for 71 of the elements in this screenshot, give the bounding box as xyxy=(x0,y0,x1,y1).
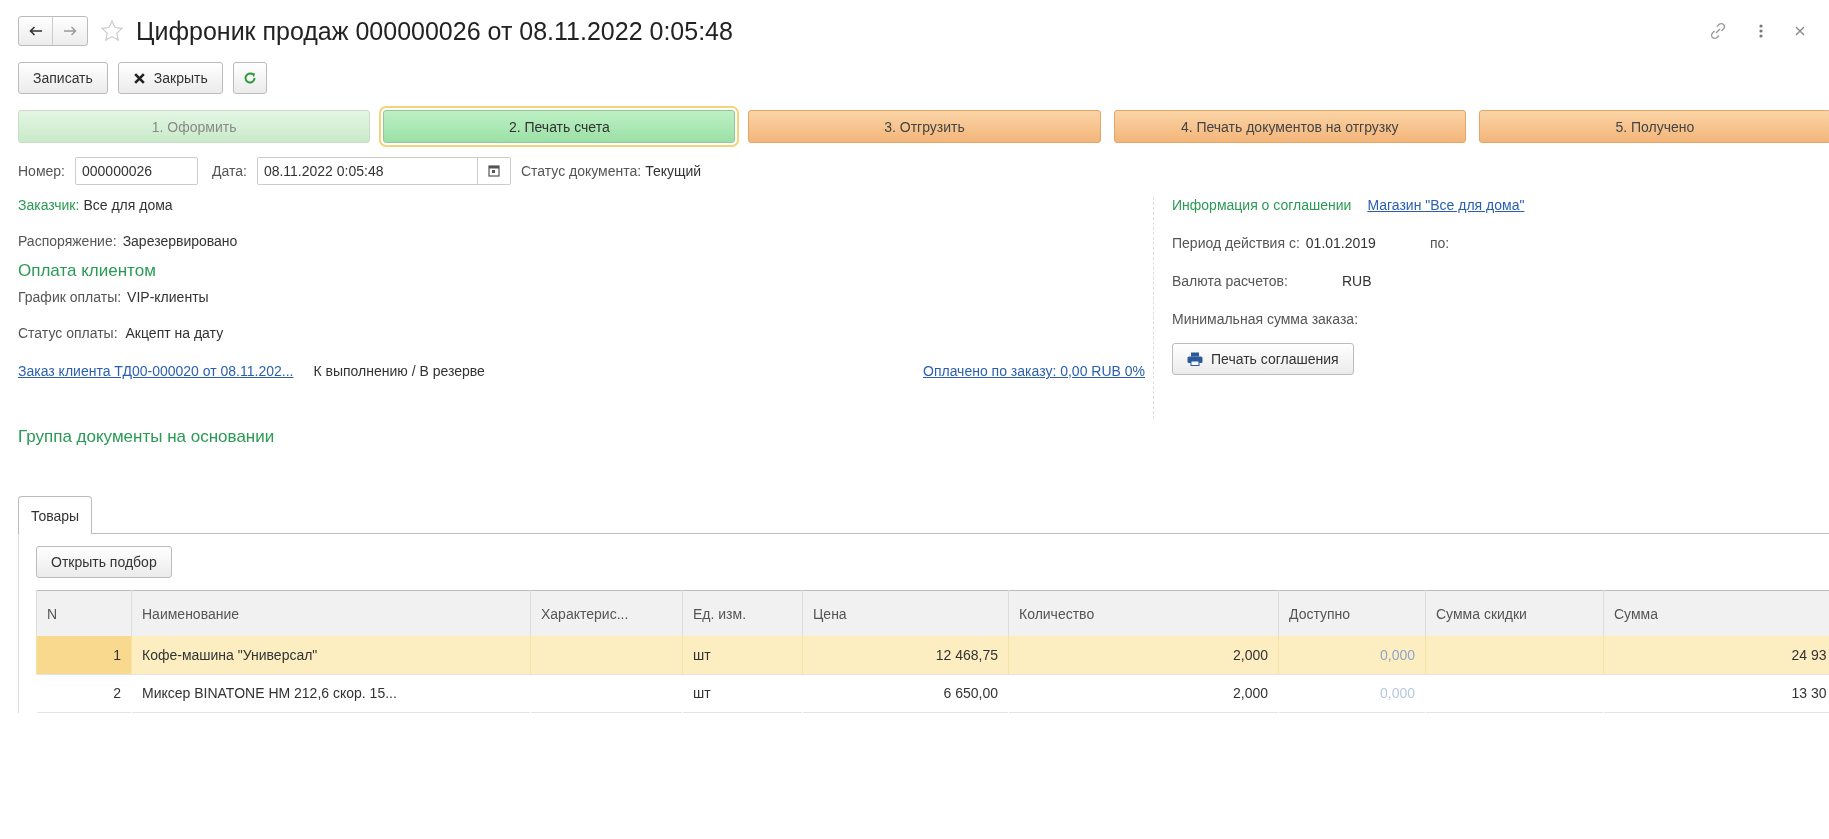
printer-icon xyxy=(1187,352,1203,366)
table-row[interactable]: 1 Кофе-машина "Универсал" шт 12 468,75 2,000 0,000 24 93 xyxy=(36,636,1829,674)
arrow-right-icon xyxy=(63,26,77,36)
close-button[interactable]: Закрыть xyxy=(117,62,223,94)
customer-value: Все для дома xyxy=(83,197,173,213)
section-title: Группа документы на основании xyxy=(18,427,275,446)
step-button[interactable]: 5. Получено xyxy=(1478,110,1829,143)
disposition-value: Зарезервировано xyxy=(122,233,238,249)
table-row[interactable]: 2 Миксер BINATONE HM 212,6 скор. 15... шт 6 650,00 2,000 0,000 13 30 xyxy=(36,674,1829,712)
close-icon xyxy=(1795,26,1805,36)
date-label: Дата: xyxy=(212,163,247,179)
column-header[interactable]: Доступно xyxy=(1278,590,1426,636)
table-cell: 13 30 xyxy=(1603,674,1829,712)
table-cell: 2 xyxy=(36,674,132,712)
column-header[interactable]: Цена xyxy=(802,590,1009,636)
status-value: Текущий xyxy=(645,163,702,179)
column-header[interactable]: Характерис... xyxy=(530,590,683,636)
window-title: Цифроник продаж 000000026 от 08.11.2022 0:05:48 xyxy=(136,16,733,46)
link-icon xyxy=(1709,22,1727,40)
currency-label: Валюта расчетов: xyxy=(1172,273,1289,289)
currency-value: RUB xyxy=(1342,273,1372,289)
step-button[interactable]: 4. Печать документов на отгрузку xyxy=(1113,110,1466,143)
table-cell: 0,000 xyxy=(1278,636,1426,674)
step-button[interactable]: 3. Отгрузить xyxy=(748,110,1101,143)
min-sum-label: Минимальная сумма заказа: xyxy=(1172,311,1360,327)
more-icon xyxy=(1759,24,1763,38)
status-label: Статус документа: xyxy=(520,163,642,179)
open-selection-button[interactable]: Открыть подбор xyxy=(36,546,172,578)
table-cell: шт xyxy=(682,636,803,674)
table-cell: Миксер BINATONE HM 212,6 скор. 15... xyxy=(131,674,531,712)
section-title: Оплата клиентом xyxy=(18,261,157,281)
table-cell: 1 xyxy=(36,636,132,674)
table-cell: 12 468,75 xyxy=(802,636,1009,674)
number-field[interactable]: 000000026 xyxy=(75,157,198,185)
table-cell: 2,000 xyxy=(1008,636,1279,674)
order-state: К выполнению / В резерве xyxy=(313,363,485,379)
refresh-icon xyxy=(242,71,257,85)
table-cell: 2,000 xyxy=(1008,674,1279,712)
print-agreement-button[interactable]: Печать соглашения xyxy=(1172,343,1354,375)
table-cell: 6 650,00 xyxy=(802,674,1009,712)
customer-label: Заказчик: xyxy=(18,197,80,213)
tab[interactable]: Товары xyxy=(18,496,93,534)
agreement-link[interactable]: Магазин "Все для дома" xyxy=(1367,197,1525,213)
period-to-label: по: xyxy=(1429,235,1450,251)
paid-link[interactable]: Оплачено по заказу: 0,00 RUB 0% xyxy=(923,363,1145,379)
table-cell: шт xyxy=(682,674,803,712)
refresh-button[interactable] xyxy=(232,62,267,94)
save-button[interactable]: Записать xyxy=(18,62,108,94)
column-header[interactable]: N xyxy=(36,590,132,636)
period-from: 01.01.2019 xyxy=(1305,235,1376,251)
schedule-label: График оплаты: xyxy=(18,289,122,305)
star-icon[interactable] xyxy=(100,19,124,43)
column-header[interactable]: Количество xyxy=(1008,590,1279,636)
schedule-value: VIP-клиенты xyxy=(127,289,209,305)
column-header[interactable]: Ед. изм. xyxy=(682,590,803,636)
payment-status-value: Акцепт на дату xyxy=(125,325,224,341)
close-icon xyxy=(132,71,146,85)
order-link[interactable]: Заказ клиента ТД00-000020 от 08.11.202... xyxy=(18,363,294,379)
period-label: Период действия с: xyxy=(1172,235,1300,251)
number-label: Номер: xyxy=(18,163,65,179)
column-header[interactable]: Наименование xyxy=(131,590,531,636)
date-field[interactable]: 08.11.2022 0:05:48 xyxy=(256,157,511,185)
table-cell: 24 93 xyxy=(1603,636,1829,674)
table-cell: Кофе-машина "Универсал" xyxy=(131,636,531,674)
column-header[interactable]: Сумма скидки xyxy=(1425,590,1604,636)
column-header[interactable]: Сумма xyxy=(1603,590,1829,636)
agreement-title: Информация о соглашении xyxy=(1172,197,1352,213)
arrow-left-icon xyxy=(28,26,43,36)
payment-status-label: Статус оплаты: xyxy=(18,325,118,341)
disposition-label: Распоряжение: xyxy=(18,233,117,249)
table-cell: 0,000 xyxy=(1278,674,1426,712)
